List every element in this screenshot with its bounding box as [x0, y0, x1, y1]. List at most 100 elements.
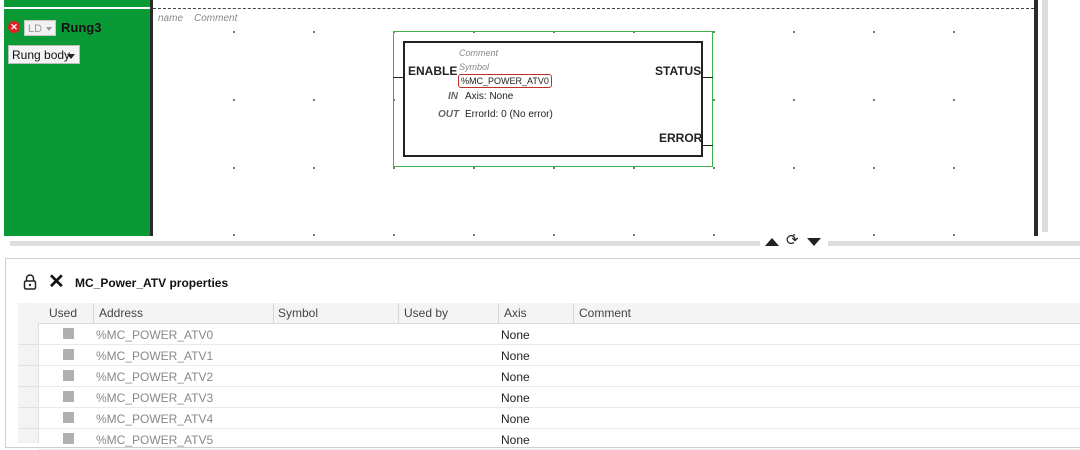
error-icon[interactable]: ✕ — [8, 21, 20, 33]
grid-dot — [713, 99, 715, 101]
address-cell: %MC_POWER_ATV0 — [96, 328, 214, 342]
used-checkbox[interactable] — [63, 349, 74, 360]
row-header-gutter — [18, 303, 39, 443]
grid-dot — [873, 31, 875, 33]
grid-dot — [713, 31, 715, 33]
column-divider[interactable] — [93, 303, 94, 323]
rung-comment-field[interactable]: Comment — [194, 13, 237, 24]
in-label: IN — [448, 91, 458, 102]
rung-name-field[interactable]: name — [158, 13, 183, 24]
properties-title: MC_Power_ATV properties — [75, 276, 229, 290]
language-select-value: LD — [28, 23, 43, 35]
column-header-axis[interactable]: Axis — [504, 306, 527, 320]
used-checkbox[interactable] — [63, 370, 74, 381]
table-row[interactable]: %MC_POWER_ATV3 None — [38, 387, 1080, 408]
block-symbol-field[interactable]: Symbol — [459, 62, 489, 72]
table-row[interactable]: %MC_POWER_ATV5 None — [38, 429, 1080, 450]
used-checkbox[interactable] — [63, 433, 74, 444]
grid-dot — [873, 167, 875, 169]
grid-dot — [313, 99, 315, 101]
address-cell: %MC_POWER_ATV5 — [96, 433, 214, 447]
table-row[interactable]: %MC_POWER_ATV1 None — [38, 345, 1080, 366]
splitter-bar[interactable] — [828, 241, 1080, 246]
rung-name[interactable]: Rung3 — [61, 20, 101, 35]
column-divider[interactable] — [398, 303, 399, 323]
block-instance-field[interactable]: %MC_POWER_ATV0 — [458, 74, 552, 88]
used-checkbox[interactable] — [63, 328, 74, 339]
grid-dot — [233, 31, 235, 33]
splitter-bar[interactable] — [10, 241, 760, 246]
grid-dot — [793, 31, 795, 33]
status-pin-label: STATUS — [655, 64, 702, 78]
close-icon[interactable]: ✕ — [48, 272, 65, 292]
language-select[interactable]: LD — [24, 20, 56, 36]
properties-table-header — [38, 303, 1080, 324]
left-power-rail — [150, 0, 153, 236]
column-header-used-by[interactable]: Used by — [404, 306, 448, 320]
address-cell: %MC_POWER_ATV1 — [96, 349, 214, 363]
grid-dot — [953, 31, 955, 33]
grid-dot — [313, 167, 315, 169]
used-checkbox[interactable] — [63, 391, 74, 402]
grid-dot — [233, 99, 235, 101]
axis-cell[interactable]: None — [501, 412, 530, 426]
axis-cell[interactable]: None — [501, 391, 530, 405]
grid-dot — [313, 31, 315, 33]
address-cell: %MC_POWER_ATV2 — [96, 370, 214, 384]
status-pin-wire — [703, 77, 713, 78]
grid-dot — [553, 167, 555, 169]
ladder-editor[interactable]: ✕ LD Rung3 Rung body name Comment ENABLE… — [0, 0, 1080, 236]
column-header-comment[interactable]: Comment — [579, 306, 631, 320]
table-row[interactable]: %MC_POWER_ATV4 None — [38, 408, 1080, 429]
address-cell: %MC_POWER_ATV4 — [96, 412, 214, 426]
enable-pin-label: ENABLE — [408, 64, 458, 78]
address-cell: %MC_POWER_ATV3 — [96, 391, 214, 405]
panel-splitter[interactable] — [0, 236, 1080, 258]
grid-dot — [953, 167, 955, 169]
column-header-address[interactable]: Address — [99, 306, 143, 320]
grid-dot — [393, 167, 395, 169]
axis-cell[interactable]: None — [501, 370, 530, 384]
table-row[interactable]: %MC_POWER_ATV0 None — [38, 324, 1080, 345]
row-gutter-divider — [18, 365, 38, 366]
axis-cell[interactable]: None — [501, 328, 530, 342]
sync-icon[interactable]: ⟳ — [786, 233, 799, 249]
grid-dot — [473, 167, 475, 169]
grid-dot — [873, 99, 875, 101]
column-header-used[interactable]: Used — [49, 306, 77, 320]
editor-scrollbar[interactable] — [1042, 0, 1048, 232]
column-divider[interactable] — [573, 303, 574, 323]
in-axis-value: Axis: None — [465, 91, 514, 102]
used-checkbox[interactable] — [63, 412, 74, 423]
chevron-down-icon — [46, 27, 52, 31]
row-gutter-divider — [18, 428, 38, 429]
arrow-up-icon[interactable] — [765, 238, 779, 246]
enable-pin-wire — [393, 77, 403, 78]
rung-separator-line — [153, 8, 1034, 9]
arrow-down-icon[interactable] — [807, 238, 821, 246]
lock-icon[interactable] — [23, 274, 37, 290]
table-row[interactable]: %MC_POWER_ATV2 None — [38, 366, 1080, 387]
grid-dot — [793, 167, 795, 169]
grid-dot — [793, 99, 795, 101]
column-header-symbol[interactable]: Symbol — [278, 306, 318, 320]
row-gutter-divider — [18, 407, 38, 408]
rung-body-select[interactable]: Rung body — [8, 45, 80, 64]
grid-dot — [633, 167, 635, 169]
block-comment-field[interactable]: Comment — [459, 48, 498, 58]
error-pin-wire — [703, 145, 713, 146]
column-divider[interactable] — [273, 303, 274, 323]
axis-cell[interactable]: None — [501, 349, 530, 363]
axis-cell[interactable]: None — [501, 433, 530, 447]
right-power-rail — [1034, 0, 1038, 236]
out-label: OUT — [438, 109, 460, 120]
column-divider[interactable] — [498, 303, 499, 323]
previous-rung-strip — [4, 0, 150, 9]
error-pin-label: ERROR — [659, 131, 703, 145]
grid-dot — [713, 167, 715, 169]
rung-body-select-value: Rung body — [12, 48, 71, 62]
grid-dot — [953, 99, 955, 101]
out-errorid-value: ErrorId: 0 (No error) — [465, 109, 553, 120]
grid-dot — [233, 167, 235, 169]
row-gutter-divider — [18, 344, 38, 345]
